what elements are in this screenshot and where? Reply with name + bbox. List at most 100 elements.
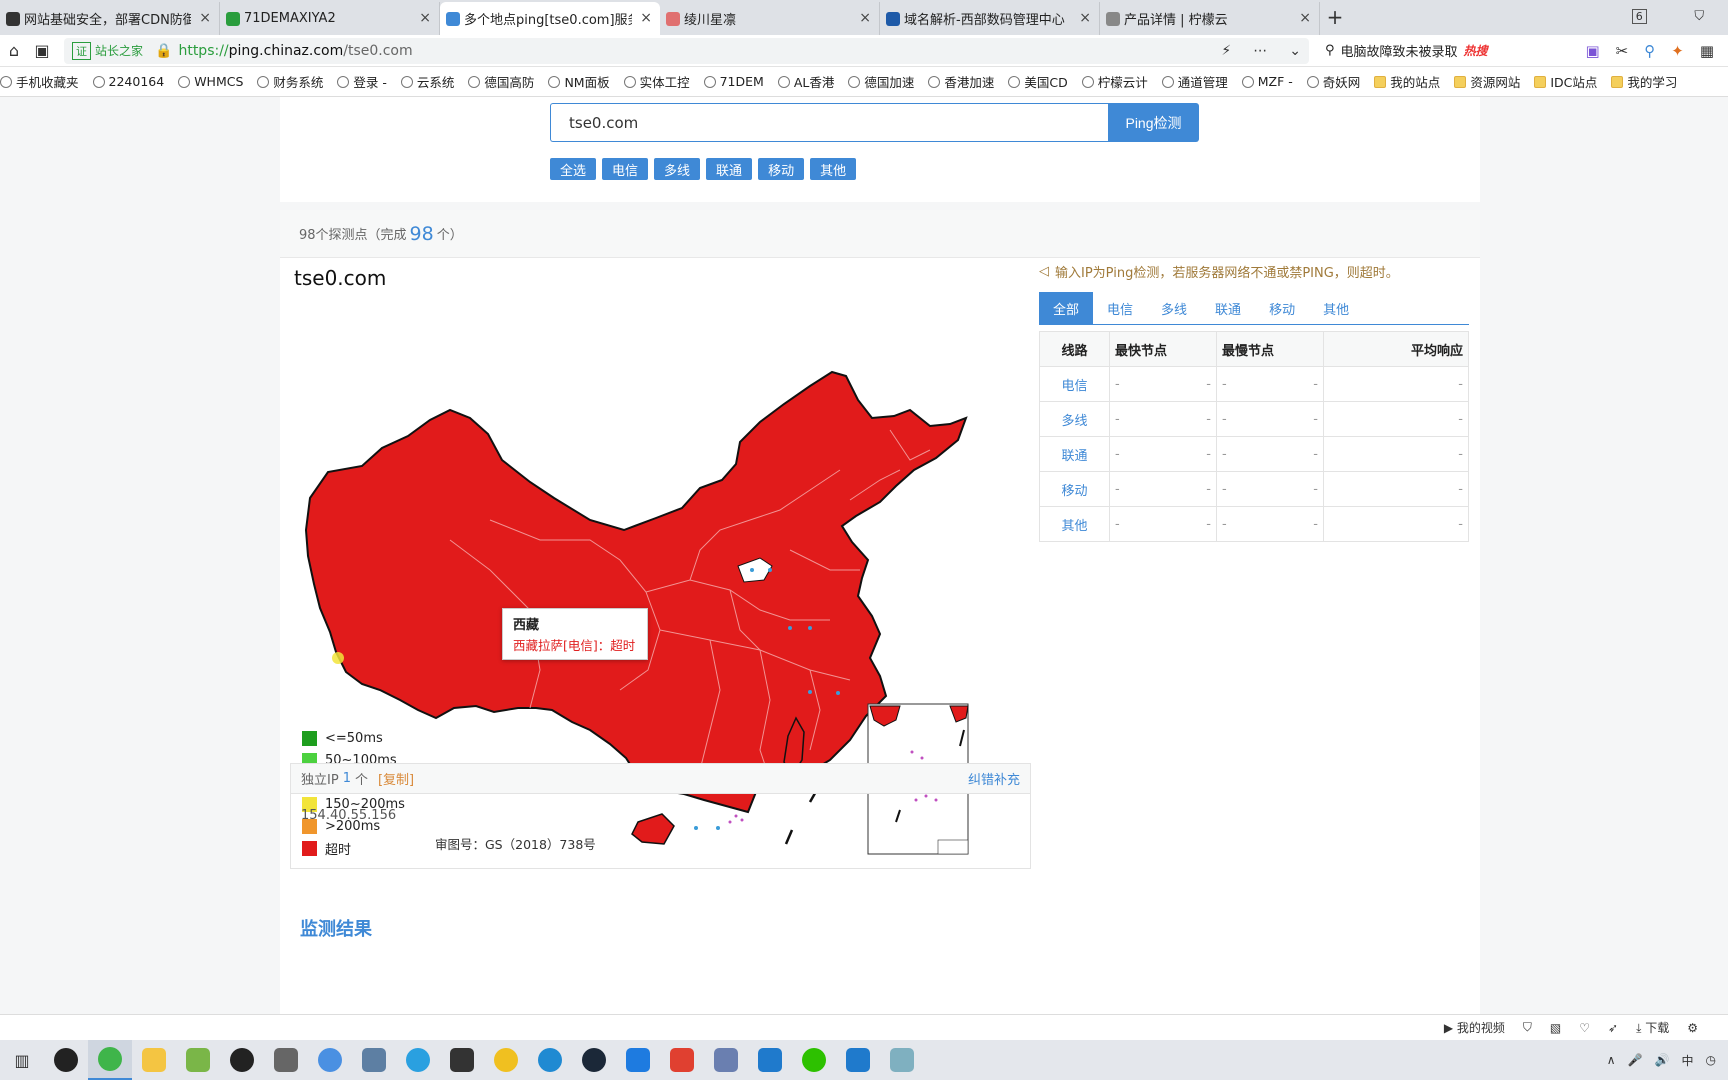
bookmark-item[interactable]: 德国加速 xyxy=(848,72,914,91)
result-tab[interactable]: 移动 xyxy=(1255,292,1309,325)
bookmark-item[interactable]: 通道管理 xyxy=(1161,72,1228,91)
result-tab[interactable]: 联通 xyxy=(1201,292,1255,325)
bookmark-item[interactable]: 我的站点 xyxy=(1374,72,1440,91)
download-link[interactable]: ⤓ 下载 xyxy=(1636,1019,1669,1036)
close-icon[interactable]: × xyxy=(859,10,871,26)
bookmark-item[interactable]: 香港加速 xyxy=(928,72,994,91)
qq-icon[interactable] xyxy=(220,1040,264,1080)
apps-icon[interactable]: ▦ xyxy=(1700,42,1714,60)
filter-button[interactable]: 电信 xyxy=(602,158,649,180)
site-name[interactable]: 站长之家 xyxy=(95,42,143,59)
scissors-icon[interactable]: ✂ xyxy=(1616,42,1629,60)
game-icon[interactable]: ✦ xyxy=(1671,42,1684,60)
bookmark-item[interactable]: 71DEM xyxy=(703,74,764,89)
yellow-probe-dot[interactable] xyxy=(332,652,344,664)
lightning-icon[interactable]: ⚡ xyxy=(1221,43,1231,59)
china-mainland-shape[interactable] xyxy=(304,370,968,814)
result-tab[interactable]: 全部 xyxy=(1039,292,1094,325)
magnifier-icon[interactable]: ⚲ xyxy=(1644,42,1655,60)
home-icon[interactable]: ⌂ xyxy=(0,41,28,60)
browser-tab-1[interactable]: 71DEMAXIYA2 × xyxy=(220,2,440,35)
heart-icon[interactable]: ♡ xyxy=(1579,1021,1590,1035)
line-link[interactable]: 多线 xyxy=(1039,401,1110,437)
new-tab-button[interactable]: + xyxy=(1320,2,1350,35)
wechat-icon[interactable] xyxy=(792,1040,836,1080)
close-icon[interactable]: × xyxy=(1299,10,1311,26)
app-icon-7[interactable] xyxy=(264,1040,308,1080)
task-view-icon[interactable]: ▥ xyxy=(0,1040,44,1080)
correction-link[interactable]: 纠错补充 xyxy=(968,769,1020,788)
bookmark-item[interactable]: NM面板 xyxy=(548,72,610,91)
close-icon[interactable]: × xyxy=(640,10,652,26)
bookmark-item[interactable]: MZF - xyxy=(1241,74,1293,89)
app-icon-20[interactable] xyxy=(836,1040,880,1080)
app-icon-8[interactable] xyxy=(308,1040,352,1080)
url-box[interactable]: 证 站长之家 🔒 https:// ping.chinaz.com /tse0.… xyxy=(64,37,1309,64)
more-icon[interactable]: ⋯ xyxy=(1253,43,1267,59)
vscode-icon[interactable] xyxy=(748,1040,792,1080)
browser-taskbar-icon[interactable] xyxy=(88,1040,132,1080)
close-icon[interactable]: × xyxy=(1079,10,1091,26)
browser-tab-4[interactable]: 域名解析-西部数码管理中心 × xyxy=(880,2,1100,35)
result-tab[interactable]: 电信 xyxy=(1093,292,1147,325)
copy-ip-link[interactable]: [复制] xyxy=(378,769,414,788)
result-tab[interactable]: 多线 xyxy=(1147,292,1201,325)
shield-icon[interactable]: ⛉ xyxy=(1523,1020,1532,1035)
volume-icon[interactable]: 🔊 xyxy=(1655,1053,1670,1067)
mic-icon[interactable]: 🎤 xyxy=(1628,1053,1643,1067)
bookmark-item[interactable]: AL香港 xyxy=(777,72,834,91)
filter-button[interactable]: 其他 xyxy=(810,158,857,180)
app-icon-21[interactable] xyxy=(880,1040,924,1080)
browser-tab-3[interactable]: 绫川星凛 × xyxy=(660,2,880,35)
bookmark-item[interactable]: 登录 - xyxy=(337,72,387,91)
line-link[interactable]: 移动 xyxy=(1039,471,1110,507)
site-cert-badge[interactable]: 证 xyxy=(72,41,91,60)
shirt-icon[interactable]: ⛉ xyxy=(1694,9,1704,24)
browser-tab-0[interactable]: 网站基础安全，部署CDN防御 × xyxy=(0,2,220,35)
app-icon-10[interactable] xyxy=(396,1040,440,1080)
clock-icon[interactable]: ◷ xyxy=(1706,1053,1716,1067)
filter-button[interactable]: 联通 xyxy=(706,158,753,180)
app-icon-1[interactable] xyxy=(44,1040,88,1080)
line-link[interactable]: 电信 xyxy=(1039,366,1110,402)
bookmark-item[interactable]: 美国CD xyxy=(1008,72,1068,91)
browser-tab-5[interactable]: 产品详情 | 柠檬云 × xyxy=(1100,2,1320,35)
bookmark-item[interactable]: 德国高防 xyxy=(468,72,534,91)
rocket-icon[interactable]: ➶ xyxy=(1608,1021,1618,1035)
ip-value[interactable]: 154.40.55.156 xyxy=(291,794,1030,837)
chevron-down-icon[interactable]: ⌄ xyxy=(1289,43,1301,59)
result-tab[interactable]: 其他 xyxy=(1309,292,1363,325)
app-icon-16[interactable] xyxy=(660,1040,704,1080)
image-icon[interactable]: ▧ xyxy=(1550,1021,1561,1035)
line-link[interactable]: 其他 xyxy=(1039,506,1110,542)
browser-tab-2[interactable]: 多个地点ping[tse0.com]服务 × xyxy=(440,2,660,35)
briefcase-icon[interactable]: ▣ xyxy=(28,41,56,60)
app-icon-11[interactable] xyxy=(440,1040,484,1080)
bookmark-item[interactable]: WHMCS xyxy=(178,74,243,89)
bookmark-item[interactable]: 财务系统 xyxy=(257,72,323,91)
filter-button[interactable]: 多线 xyxy=(654,158,701,180)
bookmark-item[interactable]: 奇妖网 xyxy=(1306,72,1360,91)
app-icon-12[interactable] xyxy=(484,1040,528,1080)
bookmark-item[interactable]: 2240164 xyxy=(92,74,164,89)
bookmark-item[interactable]: 资源网站 xyxy=(1454,72,1520,91)
close-icon[interactable]: × xyxy=(419,10,431,26)
bookmark-item[interactable]: 实体工控 xyxy=(623,72,690,91)
filter-button[interactable]: 全选 xyxy=(550,158,597,180)
bookmark-item[interactable]: 柠檬云计 xyxy=(1081,72,1148,91)
bookmark-item[interactable]: IDC站点 xyxy=(1534,72,1597,91)
bookmark-item[interactable]: 我的学习 xyxy=(1611,72,1677,91)
settings-icon[interactable]: ⚙ xyxy=(1687,1021,1698,1035)
app-icon-17[interactable] xyxy=(704,1040,748,1080)
edge-icon[interactable] xyxy=(528,1040,572,1080)
tab-count-badge[interactable]: 6 xyxy=(1631,9,1647,24)
bookmark-item[interactable]: 云系统 xyxy=(400,72,454,91)
translate-icon[interactable]: ▣ xyxy=(1585,42,1599,60)
ping-button[interactable]: Ping检测 xyxy=(1108,103,1199,142)
steam-icon[interactable] xyxy=(572,1040,616,1080)
notes-icon[interactable] xyxy=(176,1040,220,1080)
bookmark-item[interactable]: 手机收藏夹 xyxy=(0,72,79,91)
app-icon-9[interactable] xyxy=(352,1040,396,1080)
chevron-up-icon[interactable]: ∧ xyxy=(1607,1053,1616,1067)
my-video-link[interactable]: ▶ 我的视频 xyxy=(1444,1019,1505,1036)
